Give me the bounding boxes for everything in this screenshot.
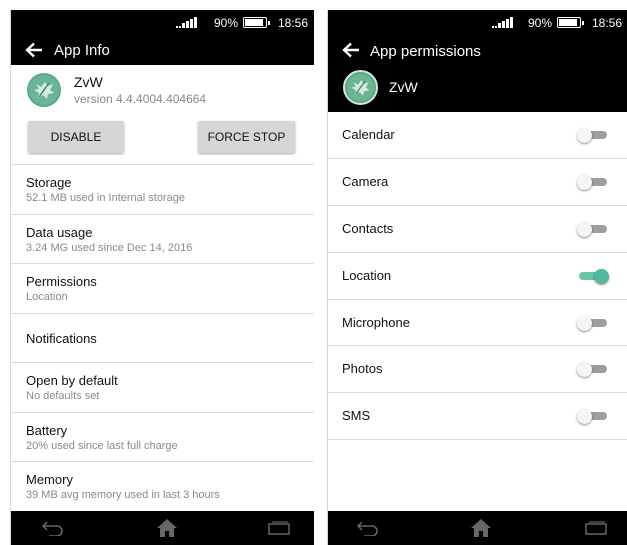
microphone-toggle[interactable] (577, 315, 607, 331)
photos-toggle[interactable] (577, 362, 607, 378)
info-row-permissions[interactable]: Permissions Location (11, 264, 314, 314)
permission-list: Calendar Camera Contacts Location Microp… (328, 112, 627, 441)
row-title: Storage (26, 175, 72, 190)
app-permissions-screen: 90% 18:56 App permissions ZvW Calendar C… (327, 10, 627, 545)
app-header: ZvW version 4.4.4004.404664 DISABLE FORC… (11, 65, 314, 165)
permission-label: SMS (342, 408, 371, 424)
permission-label: Calendar (342, 127, 395, 142)
info-row-open-by-default[interactable]: Open by default No defaults set (11, 363, 314, 413)
permission-row-contacts[interactable]: Contacts (328, 206, 627, 253)
permission-row-microphone[interactable]: Microphone (328, 300, 627, 347)
row-subtitle: 39 MB avg memory used in last 3 hours (26, 489, 220, 501)
permission-label: Microphone (342, 314, 410, 330)
info-row-notifications[interactable]: Notifications (11, 314, 314, 363)
row-subtitle: 3.24 MG used since Dec 14, 2016 (26, 241, 193, 254)
status-bar: 90% 18:56 (11, 10, 314, 35)
status-time: 18:56 (278, 16, 309, 30)
row-title: Open by default (26, 373, 118, 388)
permission-label: Photos (342, 361, 383, 377)
row-title: Permissions (26, 274, 97, 289)
app-version: version 4.4.4004.404664 (74, 92, 207, 106)
recent-apps-icon[interactable] (585, 521, 607, 535)
status-bar: 90% 18:56 (328, 10, 627, 35)
signal-icon (176, 17, 197, 28)
battery-icon (243, 17, 270, 28)
nav-bar (11, 511, 314, 545)
sms-toggle[interactable] (577, 409, 607, 425)
permission-row-camera[interactable]: Camera (328, 159, 627, 206)
permission-label: Camera (342, 173, 389, 189)
permission-row-sms[interactable]: SMS (328, 393, 627, 441)
location-toggle[interactable] (577, 268, 609, 284)
permission-row-location[interactable]: Location (328, 253, 627, 300)
contacts-toggle[interactable] (577, 221, 607, 237)
permission-label: Contacts (342, 220, 394, 236)
app-logo-icon (343, 70, 378, 105)
row-subtitle: No defaults set (26, 390, 100, 402)
status-time: 18:56 (592, 16, 623, 30)
page-title: App permissions (370, 43, 481, 60)
battery-percent: 90% (528, 16, 553, 30)
permission-row-calendar[interactable]: Calendar (328, 112, 627, 159)
home-icon[interactable] (470, 518, 492, 538)
row-title: Notifications (26, 330, 97, 346)
info-row-data-usage[interactable]: Data usage 3.24 MG used since Dec 14, 20… (11, 215, 314, 264)
calendar-toggle[interactable] (577, 128, 607, 143)
app-info-toolbar: App Info (11, 35, 314, 65)
app-info-screen: 90% 18:56 App Info ZvW version 4.4.4004.… (10, 10, 314, 545)
info-row-battery[interactable]: Battery 20% used since last full charge (11, 413, 314, 462)
arrow-left-icon[interactable] (342, 42, 360, 58)
battery-percent: 90% (214, 16, 239, 30)
battery-icon (557, 17, 584, 28)
page-title: App Info (54, 42, 110, 59)
camera-toggle[interactable] (577, 174, 607, 190)
row-subtitle: Location (26, 291, 68, 303)
force-stop-button[interactable]: FORCE STOP (198, 121, 295, 153)
home-icon[interactable] (156, 518, 178, 538)
recent-apps-icon[interactable] (268, 521, 290, 535)
row-title: Battery (26, 422, 68, 438)
row-title: Data usage (26, 224, 93, 240)
info-row-memory[interactable]: Memory 39 MB avg memory used in last 3 h… (11, 462, 314, 512)
row-subtitle: 52.1 MB used in Internal storage (26, 192, 185, 204)
permission-label: Location (342, 267, 392, 283)
app-permissions-toolbar: App permissions ZvW (328, 35, 627, 112)
signal-icon (492, 17, 513, 28)
row-title: Memory (26, 472, 73, 487)
app-logo-icon (27, 73, 61, 107)
disable-button[interactable]: DISABLE (28, 121, 124, 153)
app-name: ZvW (389, 79, 418, 95)
nav-back-icon[interactable] (41, 520, 65, 536)
info-row-storage[interactable]: Storage 52.1 MB used in Internal storage (11, 165, 314, 215)
permission-row-photos[interactable]: Photos (328, 346, 627, 394)
nav-bar (328, 511, 627, 545)
app-info-list: Storage 52.1 MB used in Internal storage… (11, 165, 314, 512)
arrow-left-icon[interactable] (25, 42, 43, 58)
row-subtitle: 20% used since last full charge (26, 439, 178, 452)
nav-back-icon[interactable] (356, 520, 380, 536)
app-name: ZvW (74, 74, 103, 90)
